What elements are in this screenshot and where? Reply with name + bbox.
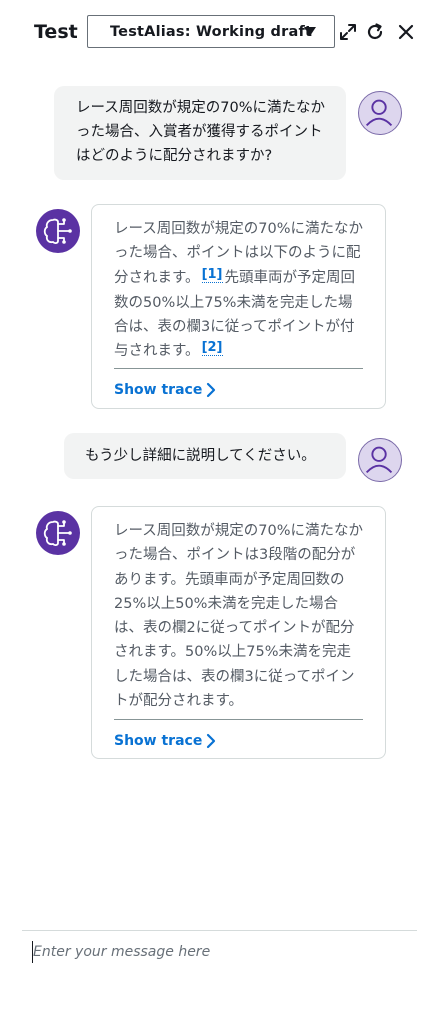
divider xyxy=(114,719,363,720)
assistant-avatar xyxy=(36,209,80,253)
chat-header: Test TestAlias: Working draft xyxy=(0,0,437,66)
brain-icon xyxy=(43,218,72,244)
brain-icon xyxy=(43,520,72,546)
refresh-icon[interactable] xyxy=(365,22,385,42)
chevron-right-icon xyxy=(207,383,216,398)
alias-dropdown[interactable]: TestAlias: Working draft xyxy=(87,15,335,48)
show-trace-link[interactable]: Show trace xyxy=(114,378,216,402)
chevron-right-icon xyxy=(207,734,216,749)
user-message-text: レース周回数が規定の70%に満たなかった場合、入賞者が獲得するポイントはどのよう… xyxy=(76,100,326,164)
user-icon xyxy=(365,99,393,127)
alias-selected-value: TestAlias: Working draft xyxy=(110,23,313,40)
assistant-avatar xyxy=(36,511,80,555)
user-icon xyxy=(365,446,393,474)
divider xyxy=(114,368,363,369)
user-avatar xyxy=(358,91,402,135)
show-trace-label: Show trace xyxy=(114,733,203,749)
user-message-bubble: もう少し詳細に説明してください。 xyxy=(64,433,346,479)
assistant-message-text: レース周回数が規定の70%に満たなかった場合、ポイントは以下のように配分されます… xyxy=(92,205,385,365)
close-icon[interactable] xyxy=(396,22,416,42)
message-input[interactable] xyxy=(32,941,403,963)
user-avatar xyxy=(358,438,402,482)
citation-link[interactable]: [2] xyxy=(201,340,223,357)
assistant-message-card: レース周回数が規定の70%に満たなかった場合、ポイントは3段階の配分があります。… xyxy=(91,506,386,759)
message-input-area xyxy=(22,930,417,963)
assistant-message-card: レース周回数が規定の70%に満たなかった場合、ポイントは以下のように配分されます… xyxy=(91,204,386,409)
show-trace-label: Show trace xyxy=(114,382,203,398)
user-message-text: もう少し詳細に説明してください。 xyxy=(85,448,316,464)
assistant-message-text: レース周回数が規定の70%に満たなかった場合、ポイントは3段階の配分があります。… xyxy=(114,523,364,710)
expand-icon[interactable] xyxy=(338,22,358,42)
citation-link[interactable]: [1] xyxy=(201,266,223,283)
user-message-bubble: レース周回数が規定の70%に満たなかった場合、入賞者が獲得するポイントはどのよう… xyxy=(54,86,346,180)
panel-title: Test xyxy=(34,21,78,43)
caret-down-icon xyxy=(304,27,316,36)
show-trace-link[interactable]: Show trace xyxy=(114,729,216,753)
